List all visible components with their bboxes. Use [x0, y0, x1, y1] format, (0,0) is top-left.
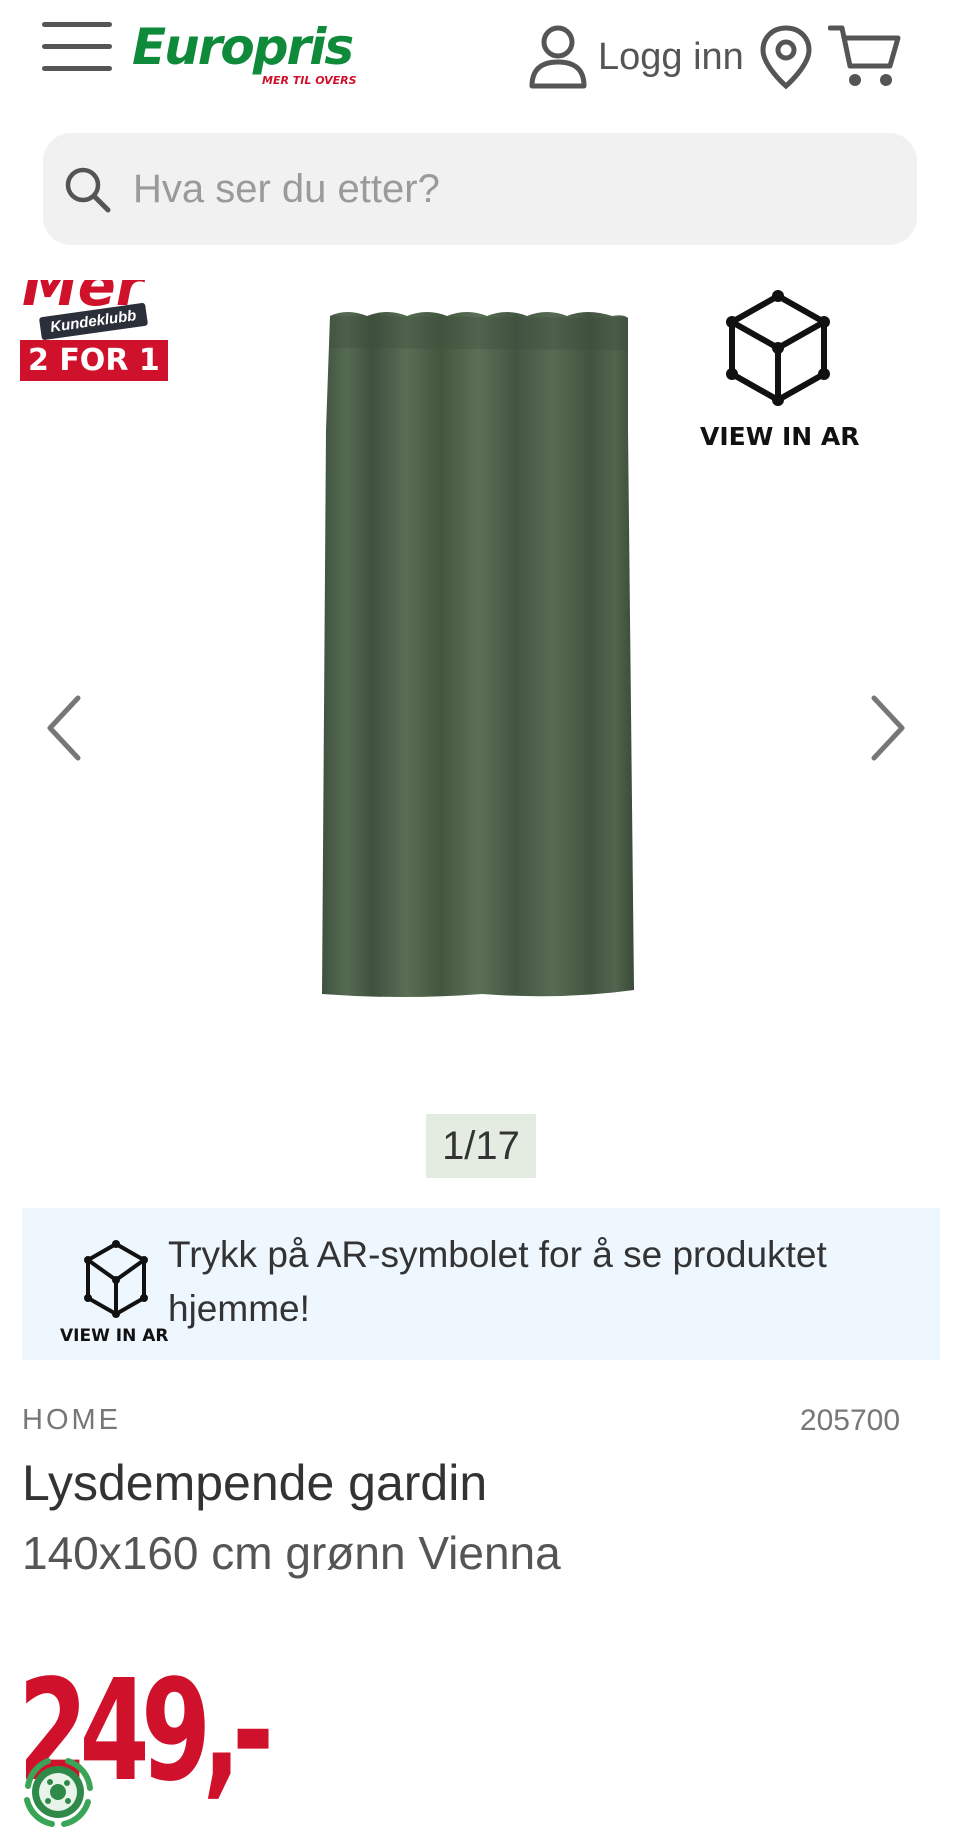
menu-icon[interactable] [42, 22, 112, 72]
product-image-gallery[interactable]: Mer Kundeklubb 2 FOR 1 VIEW IN AR 1/17 [0, 270, 960, 1190]
product-brand[interactable]: HOME [22, 1404, 121, 1437]
login-label: Logg inn [598, 35, 744, 78]
offer-badge: 2 FOR 1 [20, 340, 168, 381]
user-icon [529, 25, 587, 89]
product-title: Lysdempende gardin [22, 1455, 488, 1511]
chevron-right-icon[interactable] [856, 688, 916, 768]
search-bar[interactable] [43, 133, 917, 245]
ar-mini-label: VIEW IN AR [60, 1326, 169, 1346]
header: Europris MER TIL OVERS Logg inn [0, 0, 960, 120]
product-sku: 205700 [799, 1404, 900, 1437]
ar-info-text: Trykk på AR-symbolet for å se produktet … [168, 1234, 827, 1329]
cart-icon[interactable] [828, 22, 902, 90]
ar-cube-icon [726, 290, 830, 406]
view-in-ar-button[interactable]: VIEW IN AR [700, 290, 860, 460]
view-in-ar-label: VIEW IN AR [700, 422, 860, 451]
chevron-left-icon[interactable] [36, 688, 96, 768]
eco-recycle-icon [24, 1758, 93, 1827]
ar-info-banner: VIEW IN AR Trykk på AR-symbolet for å se… [22, 1208, 940, 1360]
login-button[interactable]: Logg inn [528, 22, 744, 92]
logo-tagline: MER TIL OVERS [262, 74, 357, 87]
europris-logo[interactable]: Europris MER TIL OVERS [132, 18, 362, 88]
product-subtitle: 140x160 cm grønn Vienna [22, 1527, 561, 1579]
product-image[interactable] [312, 310, 646, 1002]
search-input[interactable] [133, 157, 893, 221]
ar-mini-badge[interactable]: VIEW IN AR [60, 1240, 168, 1350]
logo-text: Europris [132, 18, 354, 76]
search-icon [65, 167, 111, 213]
location-pin-icon[interactable] [758, 24, 814, 90]
ar-cube-icon [84, 1240, 148, 1318]
image-counter: 1/17 [426, 1114, 536, 1178]
